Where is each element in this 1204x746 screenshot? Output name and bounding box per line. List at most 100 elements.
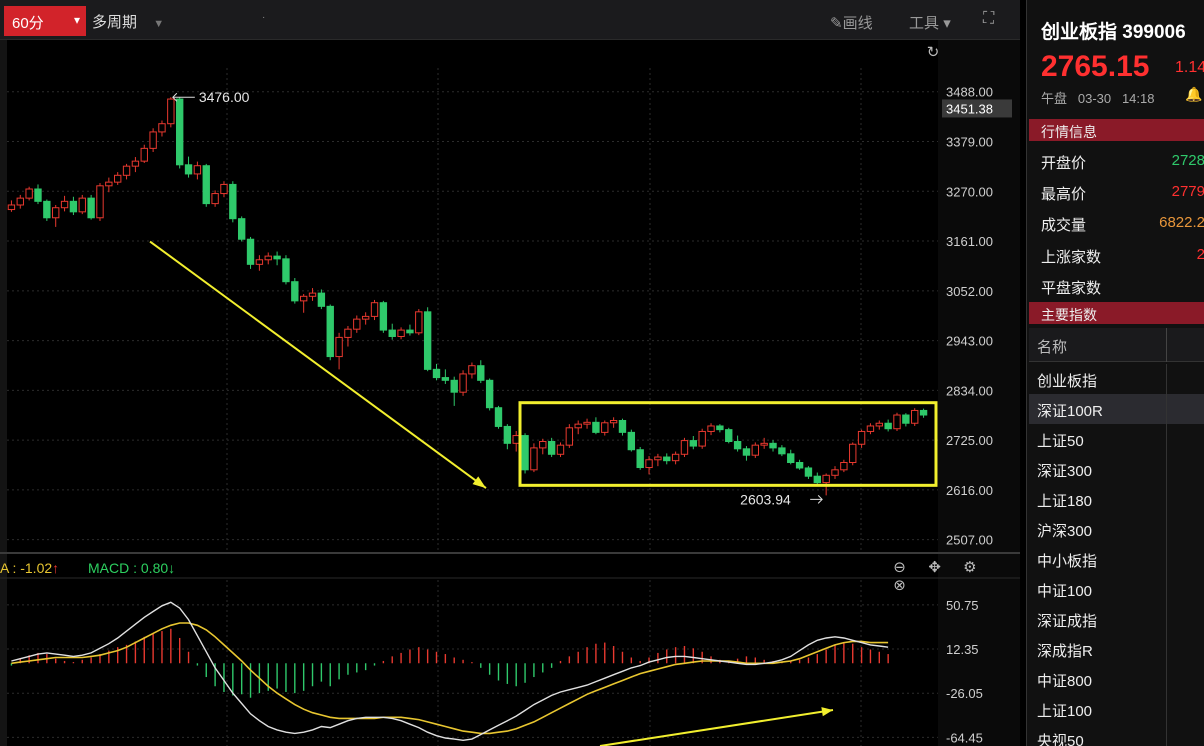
candle-body (361, 315, 370, 320)
index-list-item[interactable]: 中证800 (1029, 664, 1204, 694)
macd-dif-line (11, 601, 889, 742)
index-list-item[interactable]: 中证100 (1029, 574, 1204, 604)
candle-body (503, 425, 512, 444)
candle-body (25, 188, 33, 199)
quote-side-panel: 创业板指 399006 2765.15 1.14 午盘 03-30 14:18 … (1026, 0, 1204, 746)
candle-body (131, 160, 140, 167)
candle-body (813, 475, 821, 484)
candle-body (919, 409, 928, 416)
trend-arrow-line (149, 240, 487, 489)
candle-body (778, 447, 786, 455)
candle-body (450, 379, 458, 393)
price-tick-label: 2943.00 (946, 334, 993, 349)
candle-body (902, 414, 910, 424)
candle-body (184, 164, 193, 175)
bell-icon[interactable]: 🔔 (1185, 86, 1202, 103)
index-list-item[interactable]: 创业板指 (1029, 364, 1204, 394)
candle-body (565, 427, 574, 446)
candle-body (415, 311, 423, 334)
index-price: 2765.15 (1041, 50, 1150, 83)
candle-body (583, 421, 591, 425)
candle-body (884, 422, 892, 430)
candle-body (618, 419, 627, 433)
candle-body (539, 441, 547, 449)
candle-body (114, 174, 122, 183)
high-marker-arrow (172, 92, 195, 102)
index-list-item[interactable]: 上证180 (1029, 484, 1204, 514)
macd-header: A : -1.02↑ MACD : 0.80↓ ⊖ ✥ ⚙ ⊗ (0, 557, 1020, 594)
price-tick-label: 3488.00 (946, 85, 993, 100)
index-list-item[interactable]: 中小板指 (1029, 544, 1204, 574)
candle-body (34, 188, 42, 202)
candle-body (627, 431, 636, 451)
candle-body (601, 422, 609, 433)
index-list-item[interactable]: 上证50 (1029, 424, 1204, 454)
candle-body (423, 311, 432, 370)
macd-divergence-arrow-line (599, 709, 834, 746)
annotations-layer: 3476.00 2603.94 (149, 89, 938, 746)
macd-tick-label: 12.35 (946, 642, 979, 657)
candle-body (167, 98, 175, 125)
candle-body (521, 435, 529, 471)
candle-body (663, 456, 671, 462)
candle-body (193, 165, 202, 175)
session-date: 03-30 (1077, 91, 1112, 106)
index-list-item[interactable]: 沪深300 (1029, 514, 1204, 544)
candle-body (866, 425, 875, 432)
candle-body (78, 197, 86, 213)
candle-body (671, 453, 680, 462)
candle-body (592, 421, 600, 433)
price-tick-label: 3052.00 (946, 284, 993, 299)
price-tick-label: 3379.00 (946, 135, 993, 150)
quote-row: 平盘家数 (1041, 280, 1102, 297)
chart-canvas[interactable]: 3476.00 2603.94 3488.00 3379.00 3270.00 3161… (0, 0, 1020, 746)
low-label: 2603.94 (740, 491, 791, 507)
candle-body (751, 444, 760, 456)
candle-body (122, 165, 131, 176)
candle-body (707, 425, 715, 432)
candle-body (636, 449, 644, 469)
quote-row: 开盘价 2728 (1041, 152, 1204, 172)
index-list-item[interactable]: 央视50 (1029, 724, 1204, 746)
candle-body (857, 430, 866, 445)
gear-icon[interactable]: ⚙ (954, 558, 985, 576)
candle-body (432, 368, 441, 379)
close-icon[interactable]: ⊗ (884, 576, 915, 594)
candle-body (87, 197, 95, 219)
candle-body (840, 462, 848, 471)
candle-body (105, 181, 113, 187)
index-list-item[interactable]: 深证成指 (1029, 604, 1204, 634)
candle-body (211, 193, 219, 205)
index-list-item[interactable]: 上证100 (1029, 694, 1204, 724)
candle-body (317, 292, 326, 307)
candle-body (291, 281, 299, 302)
candle-body (237, 218, 246, 240)
candle-body (804, 467, 813, 477)
candle-body (742, 448, 751, 456)
candle-body (397, 329, 405, 337)
left-gutter (0, 40, 7, 746)
candle-body (229, 183, 237, 220)
candle-body (326, 305, 334, 358)
macd-value-label: MACD : 0.80↓ (88, 560, 176, 576)
macd-tick-label: -26.05 (946, 686, 983, 701)
candle-body (16, 197, 24, 206)
index-list-item[interactable]: 深证300 (1029, 454, 1204, 484)
candle-body (388, 329, 396, 337)
candle-body (264, 255, 272, 261)
trend-arrow-head (472, 476, 486, 489)
low-marker-arrow (810, 495, 823, 504)
candle-body (574, 423, 582, 429)
index-list-item[interactable]: 深证100R (1029, 394, 1204, 424)
macd-tick-label: 50.75 (946, 598, 979, 613)
candle-body (760, 442, 768, 446)
candle-body (175, 98, 184, 166)
candle-body (379, 302, 388, 331)
quote-row: 成交量 6822.2 (1041, 214, 1204, 234)
move-icon[interactable]: ✥ (919, 558, 950, 576)
candle-body (255, 259, 264, 265)
quote-section-header: 行情信息 (1029, 119, 1204, 141)
candle-body (149, 131, 157, 149)
collapse-icon[interactable]: ⊖ (884, 558, 915, 576)
index-list-item[interactable]: 深成指R (1029, 634, 1204, 664)
